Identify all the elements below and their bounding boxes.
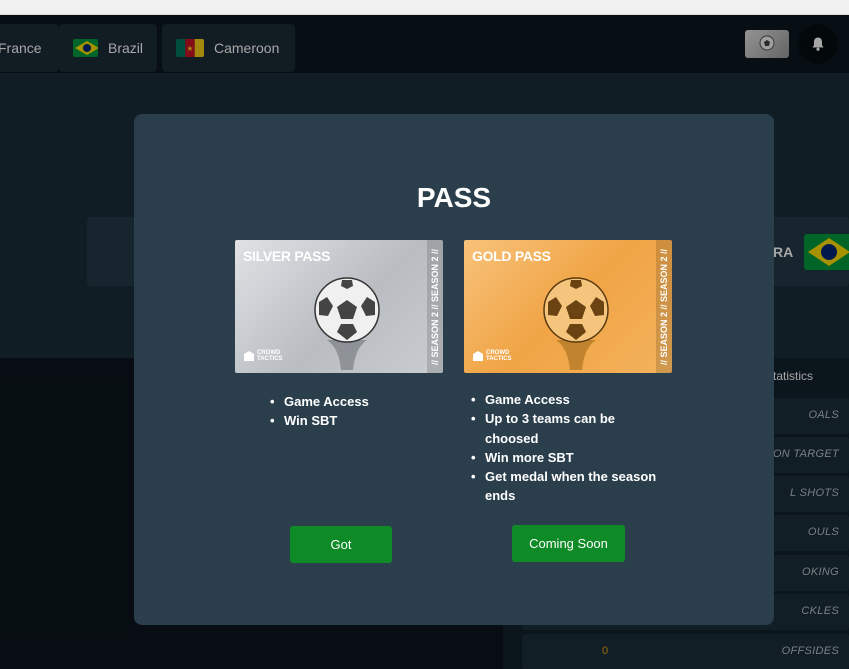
logo-text: CROWD TACTICS [257,350,283,362]
card-season-strip: // SEASON 2 // SEASON 2 // [656,240,672,373]
logo-text: CROWD TACTICS [486,350,512,362]
trophy-ball-icon [543,277,609,370]
trophy-ball-icon [314,277,380,370]
got-button[interactable]: Got [290,526,392,563]
pass-modal: PASS SILVER PASS CROWD TACTICS // SEASON… [134,114,774,625]
silver-pass-card[interactable]: SILVER PASS CROWD TACTICS // SEASON 2 //… [235,240,443,373]
gold-feature-list: Game Access Up to 3 teams can be choosed… [471,390,671,506]
list-item: Game Access [270,392,450,412]
list-item: Game Access [471,390,671,410]
season-text: // SEASON 2 // SEASON 2 // [659,248,669,365]
card-title: GOLD PASS [472,248,551,264]
list-item: Up to 3 teams can be choosed [471,409,671,448]
browser-top-strip [0,0,849,15]
list-item: Win SBT [270,411,450,431]
card-season-strip: // SEASON 2 // SEASON 2 // [427,240,443,373]
gold-pass-card[interactable]: GOLD PASS CROWD TACTICS // SEASON 2 // S… [464,240,672,373]
card-title: SILVER PASS [243,248,331,264]
coming-soon-button[interactable]: Coming Soon [512,525,625,562]
list-item: Win more SBT [471,448,671,468]
season-text: // SEASON 2 // SEASON 2 // [430,248,440,365]
silver-feature-list: Game Access Win SBT [270,392,450,431]
crowd-tactics-logo: CROWD TACTICS [244,350,287,362]
list-item: Get medal when the season ends [471,467,671,506]
modal-title: PASS [416,182,492,213]
crowd-tactics-logo: CROWD TACTICS [473,350,516,362]
